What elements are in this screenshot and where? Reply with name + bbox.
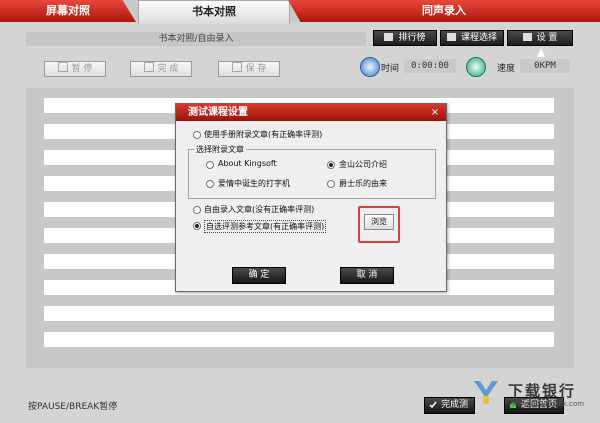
article-about-kingsoft-label[interactable]: About Kingsoft (218, 159, 277, 168)
clock-icon (360, 57, 380, 77)
dialog-title-bar: 测试课程设置 (176, 104, 446, 121)
check-icon (143, 62, 154, 72)
done-button[interactable]: 完 成 (130, 61, 192, 77)
ok-button[interactable]: 确 定 (232, 267, 286, 284)
check-icon (429, 401, 437, 409)
gear-icon (522, 33, 532, 41)
radio-manual-article[interactable] (193, 131, 201, 139)
radio-free-input[interactable] (193, 206, 201, 214)
tab-screen-compare[interactable]: 屏幕对照 (0, 0, 136, 22)
radio-article-about-kingsoft[interactable] (206, 161, 214, 169)
cancel-button[interactable]: 取 消 (340, 267, 394, 284)
article-typewriter-label[interactable]: 爱情中诞生的打字机 (218, 178, 290, 189)
breadcrumb: 书本对照/自由录入 (26, 32, 366, 46)
radio-article-jazz[interactable] (327, 180, 335, 188)
option-custom-reference-label[interactable]: 自选评测参考文章(有正确率评测) (204, 220, 327, 233)
pause-hint: 按PAUSE/BREAK暂停 (28, 402, 118, 412)
save-icon (231, 62, 242, 72)
ranking-button[interactable]: 排行榜 (373, 30, 437, 46)
speed-readout: 0KPM (520, 59, 570, 73)
article-kingsoft-intro-label[interactable]: 金山公司介绍 (339, 159, 387, 170)
browse-button[interactable]: 浏览 (364, 214, 394, 230)
radio-custom-reference[interactable] (193, 222, 201, 230)
pause-icon (57, 62, 68, 72)
book-icon (446, 33, 456, 41)
dialog-title: 测试课程设置 (188, 107, 248, 118)
article-group-label: 选择附录文章 (194, 144, 246, 155)
settings-button[interactable]: 设 置 (507, 30, 573, 46)
close-icon[interactable]: × (430, 104, 440, 121)
speedometer-icon (466, 57, 486, 77)
time-readout: 0:00:00 (404, 59, 456, 73)
text-line[interactable] (44, 306, 554, 321)
article-group-box (188, 149, 436, 199)
radio-article-typewriter[interactable] (206, 180, 214, 188)
text-line[interactable] (44, 332, 554, 347)
save-button[interactable]: 保 存 (218, 61, 280, 77)
watermark-url: www.downbank.com (512, 400, 585, 408)
article-jazz-label[interactable]: 爵士乐的由来 (339, 178, 387, 189)
finish-test-button[interactable]: 完成测 (424, 397, 476, 414)
option-manual-article-label[interactable]: 使用手册附录文章(有正确率评测) (204, 129, 322, 140)
pause-button[interactable]: 暂 停 (44, 61, 106, 77)
time-label: 时间 (381, 64, 400, 74)
course-select-button[interactable]: 课程选择 (440, 30, 504, 46)
chart-icon (384, 33, 394, 41)
tab-book-compare[interactable]: 书本对照 (138, 0, 290, 24)
mouse-cursor-icon (537, 48, 545, 57)
option-free-input-label[interactable]: 自由录入文章(没有正确率评测) (204, 204, 314, 215)
radio-article-kingsoft-intro[interactable] (327, 161, 335, 169)
watermark-name: 下载银行 (508, 382, 577, 400)
tab-dictation[interactable]: 同声录入 (288, 0, 600, 22)
course-settings-dialog: 测试课程设置 × 使用手册附录文章(有正确率评测) 选择附录文章 About K… (175, 103, 447, 292)
speed-label: 速度 (497, 64, 516, 74)
watermark-logo-icon (474, 381, 498, 404)
